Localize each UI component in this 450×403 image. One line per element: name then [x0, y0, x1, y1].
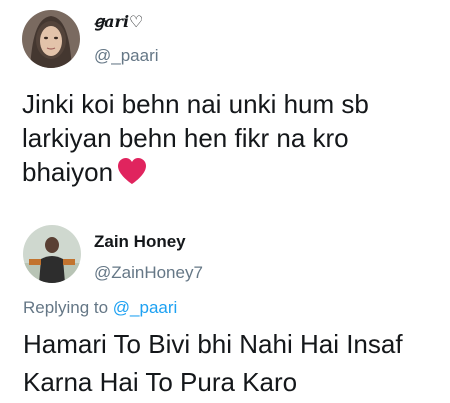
- display-name[interactable]: Zain Honey: [94, 232, 186, 252]
- avatar[interactable]: [23, 225, 81, 283]
- red-heart-icon: [117, 157, 147, 193]
- mention-link[interactable]: @_paari: [113, 298, 178, 317]
- original-tweet[interactable]: ꞡari♡ @_paari Jinki koi behn nai unki hu…: [0, 0, 450, 200]
- avatar[interactable]: [22, 10, 80, 68]
- display-name[interactable]: ꞡari♡: [94, 12, 143, 31]
- user-handle[interactable]: @ZainHoney7: [94, 263, 203, 283]
- user-handle[interactable]: @_paari: [94, 46, 159, 66]
- tweet-text-content: Jinki koi behn nai unki hum sb larkiyan …: [22, 89, 369, 187]
- avatar-photo: [23, 225, 81, 283]
- avatar-photo: [22, 10, 80, 68]
- tweet-text: Hamari To Bivi bhi Nahi Hai Insaf Karna …: [23, 329, 403, 397]
- tweet-text: Jinki koi behn nai unki hum sb larkiyan …: [22, 87, 432, 193]
- replying-to-label: Replying to: [23, 298, 109, 317]
- replying-to: Replying to @_paari: [23, 298, 177, 318]
- reply-tweet[interactable]: Zain Honey @ZainHoney7 Replying to @_paa…: [0, 205, 450, 403]
